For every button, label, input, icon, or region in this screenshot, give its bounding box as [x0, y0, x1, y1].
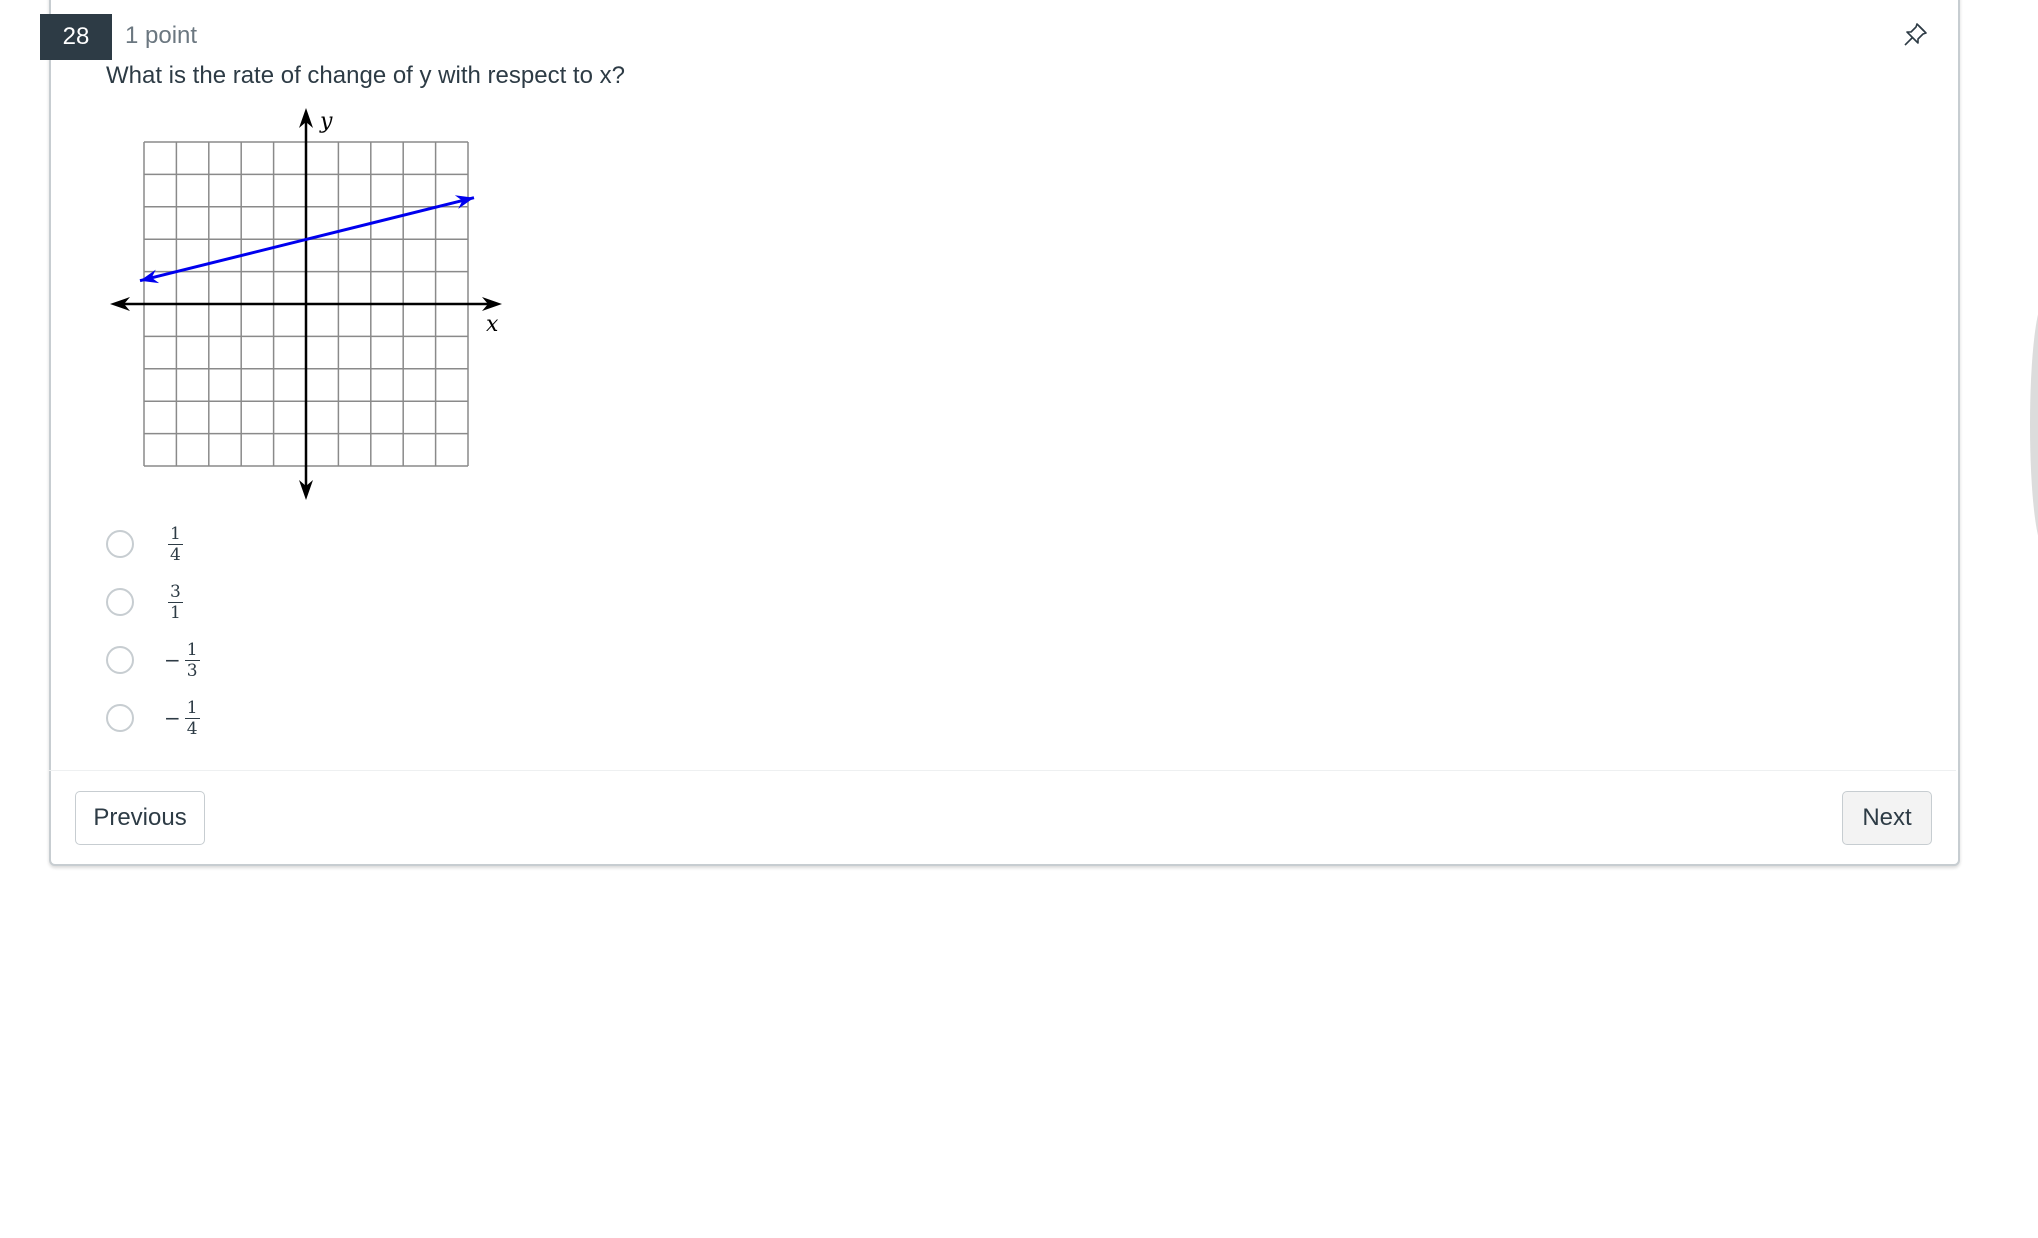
answer-sign: − [164, 648, 181, 672]
answer-radio-4[interactable] [106, 704, 134, 732]
question-number-badge: 28 [40, 14, 112, 60]
answer-choices: 1 4 3 1 − 1 3 − 1 4 [106, 515, 200, 747]
answer-value-1: 1 4 [164, 525, 183, 564]
edge-shadow [2030, 300, 2038, 550]
fraction: 1 4 [184, 697, 200, 739]
fraction: 1 4 [168, 525, 183, 564]
previous-button[interactable]: Previous [75, 791, 205, 845]
numerator: 1 [168, 523, 183, 545]
answer-value-3: − 1 3 [164, 641, 200, 680]
question-text: What is the rate of change of y with res… [106, 62, 625, 89]
fraction: 3 1 [168, 583, 183, 622]
denominator: 1 [170, 602, 181, 623]
x-axis-label: x [486, 312, 499, 337]
answer-option-4[interactable]: − 1 4 [106, 689, 200, 747]
question-points: 1 point [125, 22, 198, 49]
answer-radio-1[interactable] [106, 530, 134, 558]
denominator: 3 [186, 660, 198, 681]
answer-value-4: − 1 4 [164, 699, 200, 738]
denominator: 4 [186, 718, 198, 739]
graph-axes [110, 108, 502, 500]
fraction: 1 3 [184, 639, 200, 681]
answer-option-2[interactable]: 3 1 [106, 573, 200, 631]
pushpin-icon [1904, 23, 1927, 46]
answer-option-3[interactable]: − 1 3 [106, 631, 200, 689]
numerator: 1 [184, 639, 200, 661]
denominator: 4 [170, 544, 181, 565]
y-axis-label: y [319, 109, 333, 134]
numerator: 3 [168, 581, 183, 603]
answer-radio-3[interactable] [106, 646, 134, 674]
next-button[interactable]: Next [1842, 791, 1932, 845]
footer-divider [49, 770, 1956, 771]
quiz-page: 28 1 point What is the rate of change of… [0, 0, 2038, 1238]
numerator: 1 [184, 697, 200, 719]
pin-question-button[interactable] [1898, 18, 1932, 52]
coordinate-graph: x y [110, 108, 502, 500]
answer-radio-2[interactable] [106, 588, 134, 616]
answer-value-2: 3 1 [164, 583, 183, 622]
answer-option-1[interactable]: 1 4 [106, 515, 200, 573]
answer-sign: − [164, 706, 181, 730]
